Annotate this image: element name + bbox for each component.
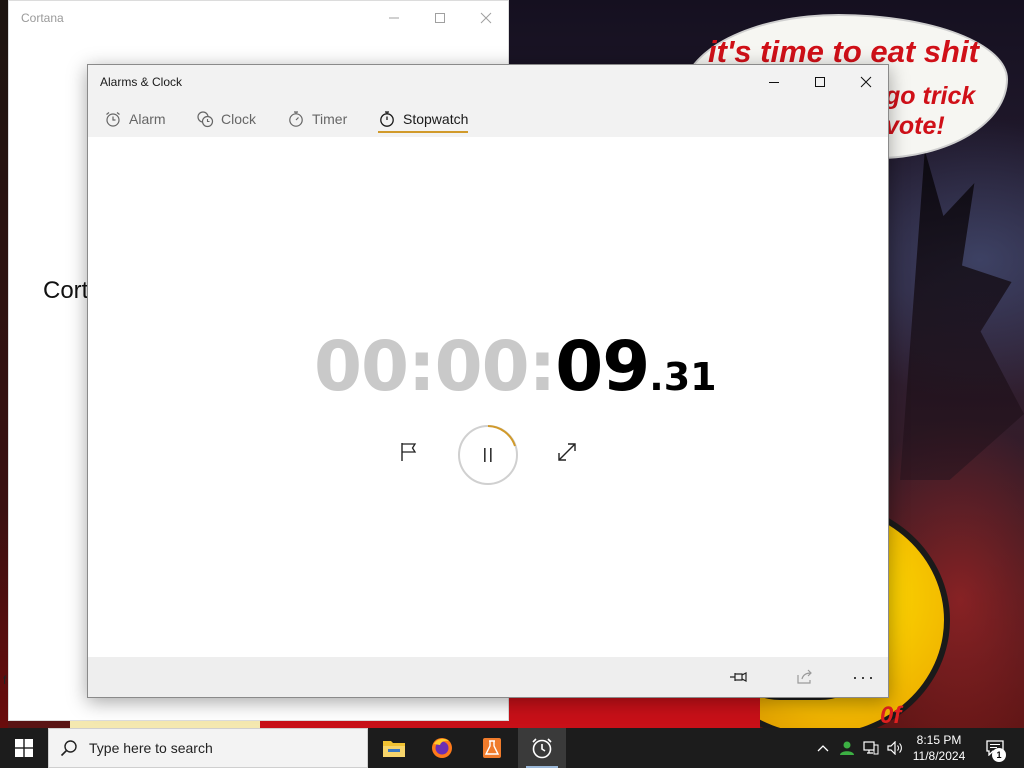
cortana-bottom-text: f: [3, 673, 7, 687]
wallpaper-text-fragment: 0f: [880, 702, 902, 728]
network-icon: [863, 741, 879, 755]
bubble-text-line-3: vote!: [885, 112, 945, 140]
pause-icon: [458, 425, 518, 485]
action-center-button[interactable]: 1: [978, 728, 1012, 768]
tab-clock[interactable]: Clock: [196, 100, 256, 137]
taskbar-file-explorer[interactable]: [370, 728, 418, 768]
taskbar-search-box[interactable]: Type here to search: [48, 728, 368, 768]
search-placeholder: Type here to search: [89, 740, 213, 756]
pause-button[interactable]: [457, 424, 519, 486]
tray-clock[interactable]: 8:15 PM 11/8/2024: [908, 730, 970, 766]
share-button[interactable]: [791, 663, 819, 691]
tray-time: 8:15 PM: [916, 733, 962, 747]
close-icon: [480, 12, 492, 23]
stopwatch-controls: [88, 137, 888, 657]
tab-timer-label: Timer: [312, 110, 348, 127]
minimize-icon: [769, 81, 779, 83]
taskbar-flask-app[interactable]: [468, 728, 516, 768]
cortana-minimize-button[interactable]: [371, 1, 417, 34]
share-icon: [797, 669, 812, 684]
wallpaper-left-strip: [0, 0, 8, 728]
minimize-button[interactable]: [751, 65, 797, 98]
stopwatch-panel: 00:00:09.31: [88, 137, 888, 657]
tab-stopwatch-label: Stopwatch: [403, 110, 469, 127]
clock-tab-bar: Alarm Clock Timer Stopwatch: [88, 100, 888, 137]
world-clock-icon: [197, 110, 214, 127]
windows-logo-icon: [15, 739, 33, 757]
flag-icon: [401, 443, 417, 461]
tray-network-button[interactable]: [860, 728, 882, 768]
alarms-clock-window: Alarms & Clock Alarm Clock Timer Stopwat…: [87, 64, 889, 698]
close-icon: [860, 76, 872, 87]
taskbar-alarms-clock[interactable]: [518, 728, 566, 768]
close-button[interactable]: [843, 65, 889, 98]
tab-alarm-label: Alarm: [129, 110, 166, 127]
taskbar: Type here to search 8:15 PM 11/8/2024 1: [0, 728, 1024, 768]
tab-clock-label: Clock: [221, 110, 257, 127]
selected-tab-indicator: [378, 131, 468, 133]
alarms-clock-icon: [532, 738, 552, 759]
chevron-up-icon: [817, 745, 829, 752]
pin-button[interactable]: [724, 663, 752, 691]
search-icon-container: [49, 728, 89, 768]
maximize-icon: [435, 12, 445, 23]
cortana-maximize-button[interactable]: [417, 1, 463, 34]
pin-icon: [730, 672, 747, 682]
cortana-titlebar[interactable]: Cortana: [9, 1, 508, 34]
maximize-button[interactable]: [797, 65, 843, 98]
stopwatch-icon: [380, 110, 394, 127]
tray-volume-button[interactable]: [884, 728, 906, 768]
taskbar-firefox[interactable]: [418, 728, 466, 768]
tray-people-button[interactable]: [836, 728, 858, 768]
minimize-icon: [389, 17, 399, 18]
volume-icon: [887, 741, 902, 755]
search-icon: [60, 740, 77, 757]
alarm-icon: [106, 111, 120, 127]
clock-titlebar[interactable]: Alarms & Clock: [88, 65, 888, 100]
cortana-heading: Cort: [43, 277, 89, 304]
bubble-text-line-2: go trick: [885, 82, 976, 110]
file-explorer-icon: [383, 741, 405, 757]
timer-icon: [289, 110, 303, 127]
flask-icon: [483, 738, 501, 758]
show-hidden-icons-button[interactable]: [812, 728, 834, 768]
tab-alarm[interactable]: Alarm: [104, 100, 166, 137]
clock-window-title: Alarms & Clock: [100, 75, 183, 89]
cortana-window-title: Cortana: [21, 11, 64, 25]
start-button[interactable]: [0, 728, 48, 768]
tree-silhouette: [900, 150, 1024, 480]
cortana-close-button[interactable]: [463, 1, 509, 34]
notification-count-badge: 1: [992, 748, 1006, 762]
expand-button[interactable]: [552, 437, 582, 467]
lap-button[interactable]: [394, 437, 424, 467]
firefox-icon: [432, 738, 452, 758]
command-bar: ···: [88, 657, 888, 697]
person-icon: [840, 741, 854, 755]
tab-timer[interactable]: Timer: [287, 100, 347, 137]
tray-date: 11/8/2024: [912, 749, 966, 763]
maximize-icon: [815, 76, 825, 87]
more-options-button[interactable]: ···: [850, 663, 878, 691]
expand-icon: [558, 443, 576, 461]
